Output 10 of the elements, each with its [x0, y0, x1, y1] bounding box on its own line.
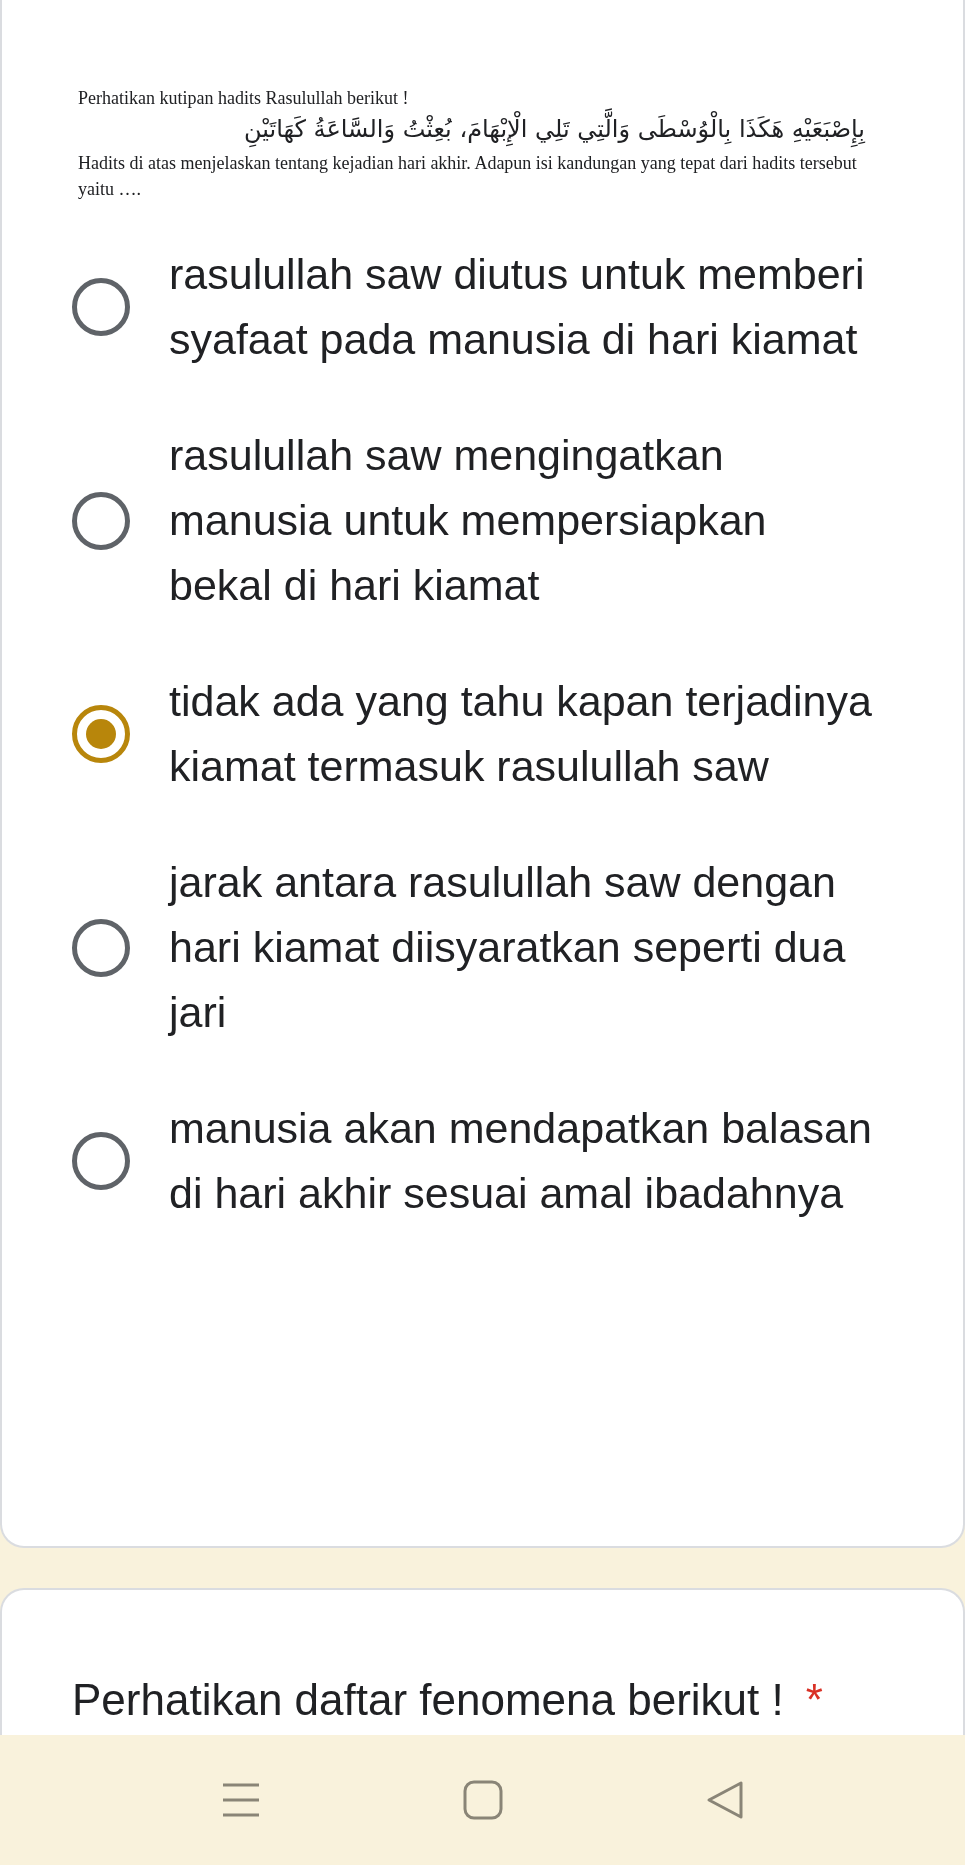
required-asterisk: *: [805, 1674, 823, 1726]
arabic-text: بِإِصْبَعَيْهِ هَكَذَا بِالْوُسْطَى وَالَّتِي تَلِي الْإِبْهَامَ، بُعِثْتُ وَالسَّاعَةُ كَهَاتَيْنِ: [78, 110, 865, 148]
option-label: rasulullah saw diutus untuk memberi syafaat pada manusia di hari kiamat: [169, 249, 866, 365]
option-label: rasulullah saw mengingatkan manusia untuk mempersiapkan bekal di hari kiamat: [169, 430, 768, 611]
question-text: Hadits di atas menjelaskan tentang kejadian hari akhir. Adapun isi kandungan yang tepat dari hadits tersebut yaitu ….: [78, 152, 858, 201]
option-label: jarak antara rasulullah saw dengan hari kiamat diisyaratkan seperti dua jari: [169, 857, 847, 1038]
question-intro: Perhatikan kutipan hadits Rasulullah berikut !: [78, 87, 410, 110]
option-label: tidak ada yang tahu kapan terjadinya kiamat termasuk rasulullah saw: [169, 676, 873, 792]
question-title: Perhatikan daftar fenomena berikut !: [72, 1674, 784, 1726]
option-label: manusia akan mendapatkan balasan di hari akhir sesuai amal ibadahnya: [169, 1103, 873, 1219]
